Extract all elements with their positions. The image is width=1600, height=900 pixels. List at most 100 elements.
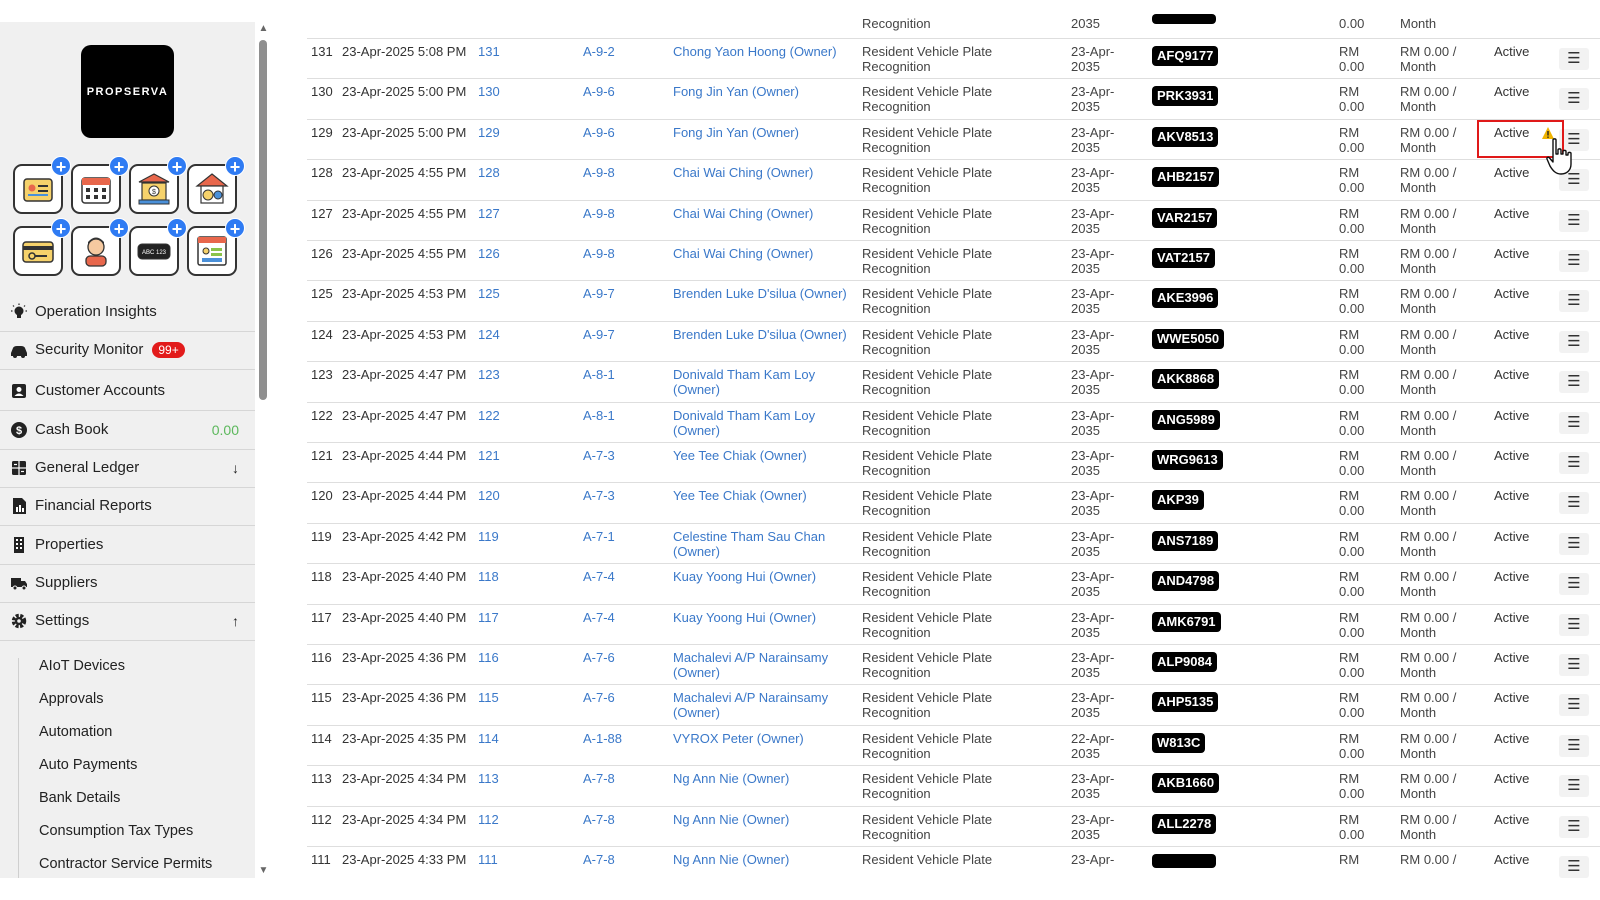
scroll-up-arrow-icon[interactable]: ▲ — [257, 22, 270, 36]
row-menu-button[interactable]: ☰ — [1559, 694, 1589, 716]
row-owner-link[interactable]: Celestine Tham Sau Chan (Owner) — [673, 529, 858, 559]
sidebar-item-properties[interactable]: Properties — [0, 525, 255, 565]
row-record-link[interactable]: 121 — [478, 448, 500, 464]
row-owner-link[interactable]: Brenden Luke D'silua (Owner) — [673, 286, 858, 302]
row-owner-link[interactable]: Fong Jin Yan (Owner) — [673, 84, 858, 100]
row-owner-link[interactable]: Kuay Yoong Hui (Owner) — [673, 610, 858, 626]
row-unit-link[interactable]: A-1-88 — [583, 731, 622, 747]
row-unit-link[interactable]: A-7-4 — [583, 569, 615, 585]
row-owner-link[interactable]: Kuay Yoong Hui (Owner) — [673, 569, 858, 585]
row-record-link[interactable]: 116 — [478, 650, 499, 666]
row-menu-button[interactable]: ☰ — [1559, 371, 1589, 393]
row-menu-button[interactable]: ☰ — [1559, 816, 1589, 838]
row-record-link[interactable]: 117 — [478, 610, 499, 626]
row-menu-button[interactable]: ☰ — [1559, 775, 1589, 797]
row-unit-link[interactable]: A-7-8 — [583, 812, 615, 828]
add-visitor-button[interactable]: + — [71, 218, 129, 276]
sidebar-item-operation-insights[interactable]: Operation Insights — [0, 292, 255, 332]
arrow-up-icon[interactable]: ↑ — [232, 613, 239, 629]
settings-item-automation[interactable]: Automation — [39, 724, 112, 740]
row-unit-link[interactable]: A-7-3 — [583, 488, 615, 504]
row-record-link[interactable]: 127 — [478, 206, 500, 222]
arrow-down-icon[interactable]: ↓ — [232, 460, 239, 476]
row-unit-link[interactable]: A-9-2 — [583, 44, 615, 60]
sidebar-scrollbar[interactable]: ▲ ▼ — [257, 22, 270, 878]
row-unit-link[interactable]: A-7-4 — [583, 610, 615, 626]
add-access-card-button[interactable]: + — [13, 218, 71, 276]
row-owner-link[interactable]: Chong Yaon Hoong (Owner) — [673, 44, 858, 60]
row-record-link[interactable]: 130 — [478, 84, 500, 100]
row-record-link[interactable]: 131 — [478, 44, 500, 60]
row-record-link[interactable]: 113 — [478, 771, 499, 787]
row-menu-button[interactable]: ☰ — [1559, 492, 1589, 514]
row-menu-button[interactable]: ☰ — [1559, 412, 1589, 434]
row-menu-button[interactable]: ☰ — [1559, 88, 1589, 110]
row-owner-link[interactable]: Donivald Tham Kam Loy (Owner) — [673, 408, 858, 438]
row-menu-button[interactable]: ☰ — [1559, 48, 1589, 70]
row-menu-button[interactable]: ☰ — [1559, 614, 1589, 636]
row-unit-link[interactable]: A-9-6 — [583, 84, 615, 100]
add-payment-button[interactable]: $ + — [129, 156, 187, 214]
row-menu-button[interactable]: ☰ — [1559, 250, 1589, 272]
sidebar-item-cash-book[interactable]: $ Cash Book 0.00 — [0, 410, 255, 450]
row-record-link[interactable]: 129 — [478, 125, 500, 141]
row-record-link[interactable]: 111 — [478, 852, 498, 868]
sidebar-item-general-ledger[interactable]: General Ledger ↓ — [0, 448, 255, 488]
row-unit-link[interactable]: A-7-6 — [583, 690, 615, 706]
sidebar-item-security-monitor[interactable]: Security Monitor 99+ — [0, 330, 255, 370]
row-unit-link[interactable]: A-9-7 — [583, 286, 615, 302]
row-owner-link[interactable]: Donivald Tham Kam Loy (Owner) — [673, 367, 858, 397]
scrollbar-thumb[interactable] — [259, 40, 267, 400]
row-unit-link[interactable]: A-9-7 — [583, 327, 615, 343]
add-login-button[interactable]: + — [187, 218, 245, 276]
row-record-link[interactable]: 118 — [478, 569, 499, 585]
row-unit-link[interactable]: A-9-8 — [583, 246, 615, 262]
row-record-link[interactable]: 128 — [478, 165, 500, 181]
row-menu-button[interactable]: ☰ — [1559, 573, 1589, 595]
row-menu-button[interactable]: ☰ — [1559, 331, 1589, 353]
row-owner-link[interactable]: Yee Tee Chiak (Owner) — [673, 488, 858, 504]
settings-item-bank-details[interactable]: Bank Details — [39, 790, 120, 806]
sidebar-item-settings[interactable]: Settings ↑ — [0, 601, 255, 641]
add-service-button[interactable]: + — [187, 156, 245, 214]
row-unit-link[interactable]: A-7-1 — [583, 529, 615, 545]
row-owner-link[interactable]: Ng Ann Nie (Owner) — [673, 771, 858, 787]
row-unit-link[interactable]: A-9-8 — [583, 165, 615, 181]
sidebar-item-financial-reports[interactable]: Financial Reports — [0, 486, 255, 526]
settings-item-auto-payments[interactable]: Auto Payments — [39, 757, 137, 773]
row-record-link[interactable]: 119 — [478, 529, 499, 545]
row-owner-link[interactable]: Ng Ann Nie (Owner) — [673, 852, 858, 868]
row-owner-link[interactable]: Machalevi A/P Narainsamy (Owner) — [673, 650, 858, 680]
scroll-down-arrow-icon[interactable]: ▼ — [257, 864, 270, 878]
settings-item-approvals[interactable]: Approvals — [39, 691, 103, 707]
settings-item-aiot-devices[interactable]: AIoT Devices — [39, 658, 125, 674]
row-menu-button[interactable]: ☰ — [1559, 856, 1589, 878]
row-record-link[interactable]: 122 — [478, 408, 500, 424]
row-unit-link[interactable]: A-7-8 — [583, 771, 615, 787]
settings-item-consumption-tax-types[interactable]: Consumption Tax Types — [39, 823, 193, 839]
row-owner-link[interactable]: Brenden Luke D'silua (Owner) — [673, 327, 858, 343]
row-menu-button[interactable]: ☰ — [1559, 533, 1589, 555]
add-plate-button[interactable]: ABC 123 + — [129, 218, 187, 276]
row-owner-link[interactable]: VYROX Peter (Owner) — [673, 731, 858, 747]
row-unit-link[interactable]: A-8-1 — [583, 408, 615, 424]
sidebar-item-suppliers[interactable]: Suppliers — [0, 563, 255, 603]
row-record-link[interactable]: 124 — [478, 327, 500, 343]
row-unit-link[interactable]: A-9-6 — [583, 125, 615, 141]
row-record-link[interactable]: 126 — [478, 246, 500, 262]
row-unit-link[interactable]: A-8-1 — [583, 367, 615, 383]
row-unit-link[interactable]: A-7-3 — [583, 448, 615, 464]
sidebar-item-customer-accounts[interactable]: Customer Accounts — [0, 371, 255, 411]
row-record-link[interactable]: 123 — [478, 367, 500, 383]
row-owner-link[interactable]: Fong Jin Yan (Owner) — [673, 125, 858, 141]
add-booking-button[interactable]: + — [71, 156, 129, 214]
row-menu-button[interactable]: ☰ — [1559, 452, 1589, 474]
row-menu-button[interactable]: ☰ — [1559, 210, 1589, 232]
row-menu-button[interactable]: ☰ — [1559, 654, 1589, 676]
row-unit-link[interactable]: A-7-6 — [583, 650, 615, 666]
brand-logo[interactable]: PROPSERVA — [81, 45, 174, 138]
row-owner-link[interactable]: Chai Wai Ching (Owner) — [673, 246, 858, 262]
row-owner-link[interactable]: Chai Wai Ching (Owner) — [673, 206, 858, 222]
row-owner-link[interactable]: Ng Ann Nie (Owner) — [673, 812, 858, 828]
add-registration-button[interactable]: + — [13, 156, 71, 214]
